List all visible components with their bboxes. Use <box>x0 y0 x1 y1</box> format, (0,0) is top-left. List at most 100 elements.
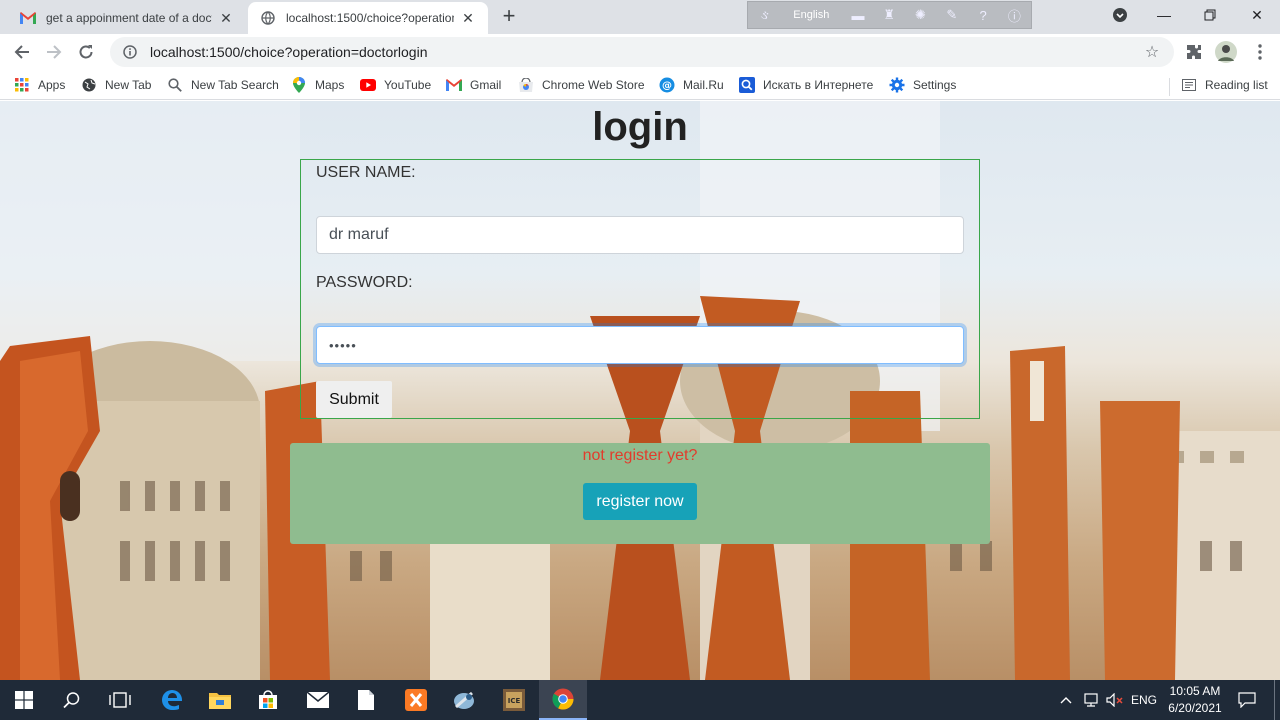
close-tab-icon[interactable]: ✕ <box>460 10 476 26</box>
language-bar: ઙ English ▬ ♜ ✺ ✎ ? ⓘ <box>747 1 1032 29</box>
system-clock[interactable]: 10:05 AM 6/20/2021 <box>1160 683 1230 717</box>
chrome-icon[interactable] <box>539 680 587 720</box>
submit-button[interactable]: Submit <box>316 381 392 418</box>
bookmark-new-tab-search[interactable]: New Tab Search <box>167 75 279 95</box>
bookmark-label: Settings <box>913 78 957 92</box>
input-language-indicator[interactable]: ENG <box>1128 680 1160 720</box>
page-title: login <box>592 105 688 149</box>
network-icon[interactable] <box>1080 680 1102 720</box>
bookmark-label: New Tab <box>105 78 152 92</box>
bookmark-settings[interactable]: Settings <box>889 75 956 95</box>
file-explorer-icon[interactable] <box>196 680 244 720</box>
reading-list-icon <box>1181 77 1197 93</box>
tab-localhost[interactable]: localhost:1500/choice?operation ✕ <box>248 2 488 34</box>
help-icon[interactable]: ? <box>974 6 991 24</box>
search-icon <box>167 77 183 93</box>
search-icon <box>739 77 755 93</box>
webstore-icon <box>518 77 534 93</box>
volume-muted-icon[interactable] <box>1104 680 1126 720</box>
bookmark-label: Apps <box>38 78 66 92</box>
tab-strip: get a appoinment date of a docto ✕ local… <box>0 0 1280 34</box>
input-method-icon[interactable]: ઙ <box>756 6 773 24</box>
restore-icon[interactable] <box>1187 0 1233 30</box>
bookmark-star-icon[interactable]: ☆ <box>1142 42 1162 62</box>
task-view-icon[interactable] <box>96 680 144 720</box>
eclipse-tool-icon[interactable] <box>440 680 488 720</box>
show-hidden-icons-icon[interactable] <box>1055 680 1077 720</box>
browser-toolbar: localhost:1500/choice?operation=doctorlo… <box>0 34 1280 70</box>
chess-icon[interactable]: ♜ <box>881 6 898 24</box>
bookmark-gmail[interactable]: Gmail <box>446 75 501 95</box>
svg-text:ICE: ICE <box>508 697 521 705</box>
show-desktop-button[interactable] <box>1274 680 1280 720</box>
netbeans-icon[interactable]: ICE <box>490 680 538 720</box>
username-label: USER NAME: <box>316 164 416 181</box>
reload-button[interactable] <box>72 38 100 66</box>
username-input[interactable]: dr maruf <box>316 216 964 254</box>
gmail-icon <box>446 77 462 93</box>
info-icon[interactable]: ⓘ <box>1006 6 1023 24</box>
bookmark-label: YouTube <box>384 78 432 92</box>
bookmarks-divider <box>1169 78 1170 96</box>
bookmark-youtube[interactable]: YouTube <box>360 75 431 95</box>
search-icon[interactable] <box>48 680 96 720</box>
youtube-icon <box>360 77 376 93</box>
windows-taskbar: ICE ENG 10:05 AM 6/20/2021 <box>0 680 1280 720</box>
reading-list-label: Reading list <box>1205 78 1268 92</box>
bookmark-label: Gmail <box>470 78 502 92</box>
bookmarks-bar: Apps New Tab New Tab Search Maps YouTube… <box>0 70 1280 100</box>
bookmark-label: Maps <box>315 78 345 92</box>
mail-icon[interactable] <box>294 680 342 720</box>
bookmark-label: Chrome Web Store <box>542 78 645 92</box>
maps-icon <box>291 77 307 93</box>
pen-icon[interactable]: ✎ <box>943 6 960 24</box>
notifications-icon[interactable] <box>1234 680 1260 720</box>
password-input[interactable]: ••••• <box>316 326 964 364</box>
notepad-icon[interactable] <box>342 680 390 720</box>
start-button[interactable] <box>0 680 48 720</box>
password-label: PASSWORD: <box>316 274 413 291</box>
forward-button[interactable] <box>40 38 68 66</box>
clock-date: 6/20/2021 <box>1168 701 1222 715</box>
language-label[interactable]: English <box>787 9 835 21</box>
mailru-icon: @ <box>659 77 675 93</box>
keyboard-icon[interactable]: ▬ <box>849 6 866 24</box>
clock-time: 10:05 AM <box>1169 684 1221 698</box>
bookmark-search-internet[interactable]: Искать в Интернете <box>739 75 873 95</box>
back-button[interactable] <box>8 38 36 66</box>
bookmark-label: Искать в Интернете <box>763 78 874 92</box>
bookmark-maps[interactable]: Maps <box>291 75 344 95</box>
store-icon[interactable] <box>244 680 292 720</box>
profile-menu-icon[interactable] <box>1097 0 1143 30</box>
gear-icon[interactable]: ✺ <box>912 6 929 24</box>
bookmark-apps[interactable]: Apps <box>14 75 65 95</box>
gear-icon <box>889 77 905 93</box>
bookmark-label: Mail.Ru <box>683 78 724 92</box>
avatar[interactable] <box>1212 38 1240 66</box>
tab-title: get a appoinment date of a docto <box>46 11 212 25</box>
close-window-icon[interactable]: ✕ <box>1234 0 1280 30</box>
apps-grid-icon <box>14 77 30 93</box>
site-info-icon[interactable] <box>122 44 138 60</box>
svg-text:@: @ <box>662 81 672 92</box>
bookmark-new-tab[interactable]: New Tab <box>81 75 151 95</box>
minimize-icon[interactable]: — <box>1141 0 1187 30</box>
address-bar[interactable]: localhost:1500/choice?operation=doctorlo… <box>110 37 1174 67</box>
extensions-icon[interactable] <box>1180 38 1208 66</box>
tab-title: localhost:1500/choice?operation <box>286 11 454 25</box>
globe-icon <box>260 10 276 26</box>
not-registered-text: not register yet? <box>582 447 698 464</box>
reading-list[interactable]: Reading list <box>1181 75 1268 95</box>
url-text[interactable]: localhost:1500/choice?operation=doctorlo… <box>150 44 1142 60</box>
xampp-icon[interactable] <box>392 680 440 720</box>
close-tab-icon[interactable]: ✕ <box>218 10 234 26</box>
edge-icon[interactable] <box>148 680 196 720</box>
bookmark-label: New Tab Search <box>191 78 279 92</box>
new-tab-button[interactable]: + <box>497 5 521 29</box>
bookmark-mailru[interactable]: @ Mail.Ru <box>659 75 724 95</box>
login-form: USER NAME: dr maruf PASSWORD: ••••• Subm… <box>300 159 980 419</box>
bookmark-chrome-web-store[interactable]: Chrome Web Store <box>518 75 645 95</box>
more-menu-icon[interactable] <box>1246 38 1274 66</box>
register-now-button[interactable]: register now <box>583 483 697 520</box>
tab-gmail[interactable]: get a appoinment date of a docto ✕ <box>8 2 246 34</box>
